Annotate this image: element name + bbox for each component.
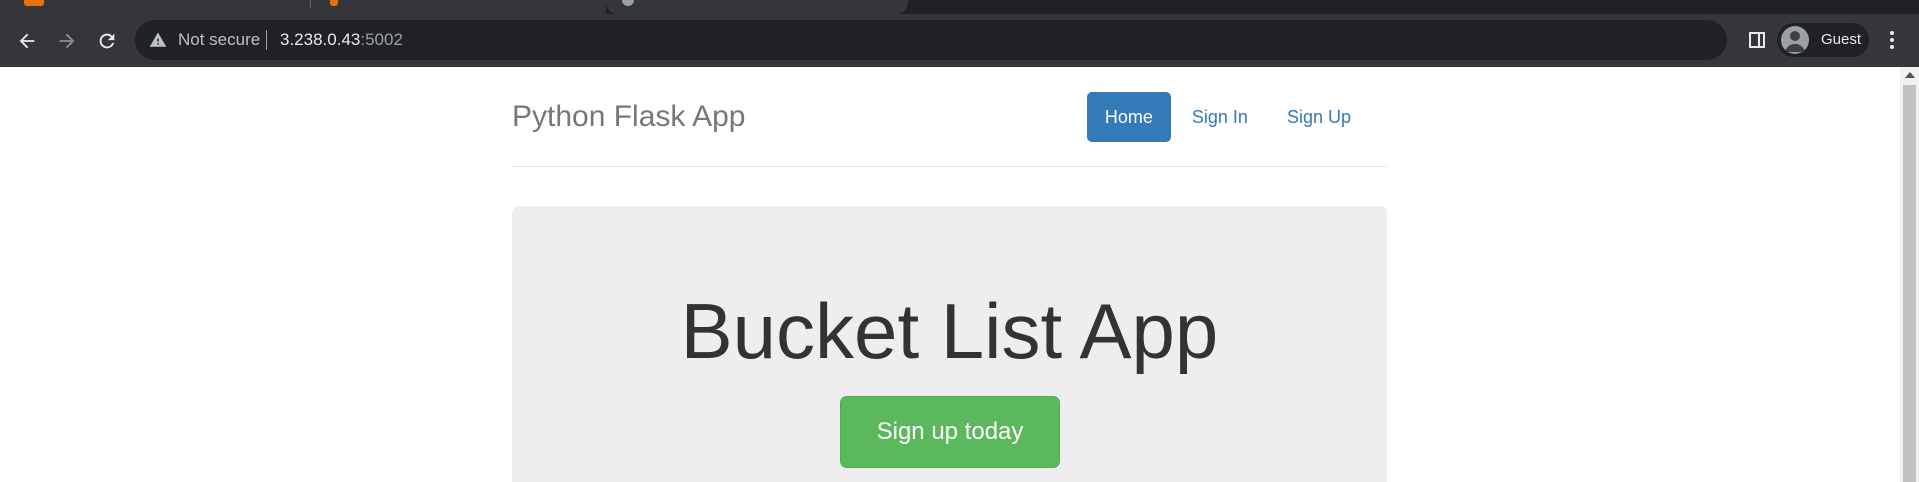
url-port: :5002 bbox=[360, 30, 403, 49]
menu-icon[interactable] bbox=[1880, 28, 1904, 52]
security-label[interactable]: Not secure bbox=[178, 30, 260, 50]
nav-sign-up[interactable]: Sign Up bbox=[1269, 92, 1369, 142]
page-viewport: Python Flask App Home Sign In Sign Up Bu… bbox=[0, 67, 1900, 482]
forward-icon[interactable] bbox=[54, 28, 80, 54]
address-divider bbox=[266, 30, 267, 50]
url-text[interactable]: 3.238.0.43:5002 bbox=[280, 30, 403, 50]
site-header: Python Flask App Home Sign In Sign Up bbox=[512, 67, 1387, 167]
address-bar[interactable]: Not secure 3.238.0.43:5002 bbox=[135, 20, 1727, 60]
hero-jumbotron: Bucket List App Sign up today bbox=[512, 206, 1387, 482]
url-host: 3.238.0.43 bbox=[280, 30, 361, 49]
site-brand: Python Flask App bbox=[512, 100, 746, 133]
sign-up-today-button[interactable]: Sign up today bbox=[840, 396, 1060, 468]
nav-home[interactable]: Home bbox=[1086, 92, 1171, 142]
tab-favicon-icon bbox=[330, 0, 338, 6]
profile-name: Guest bbox=[1821, 31, 1862, 48]
scroll-up-arrow-icon[interactable] bbox=[1905, 72, 1915, 78]
tab-inactive[interactable] bbox=[0, 0, 606, 14]
side-panel-icon[interactable] bbox=[1745, 28, 1769, 52]
reload-icon[interactable] bbox=[94, 28, 120, 54]
site-nav: Home Sign In Sign Up bbox=[1084, 92, 1369, 142]
tab-favicon-icon bbox=[622, 0, 634, 6]
tab-strip bbox=[0, 0, 1919, 14]
profile-button[interactable]: Guest bbox=[1777, 23, 1869, 57]
tab-active[interactable] bbox=[606, 0, 908, 14]
page-scrollbar[interactable] bbox=[1900, 67, 1919, 482]
profile-avatar-icon bbox=[1781, 26, 1809, 54]
scrollbar-thumb[interactable] bbox=[1903, 85, 1916, 482]
hero-title: Bucket List App bbox=[680, 287, 1219, 375]
browser-toolbar: Not secure 3.238.0.43:5002 Guest bbox=[0, 14, 1919, 67]
page-container: Python Flask App Home Sign In Sign Up Bu… bbox=[512, 67, 1387, 482]
tab-strip-empty bbox=[908, 0, 1919, 14]
warning-icon[interactable] bbox=[149, 31, 167, 49]
back-icon[interactable] bbox=[14, 28, 40, 54]
tab-separator bbox=[310, 0, 311, 8]
nav-sign-in[interactable]: Sign In bbox=[1174, 92, 1266, 142]
tab-favicon-icon bbox=[24, 0, 44, 6]
